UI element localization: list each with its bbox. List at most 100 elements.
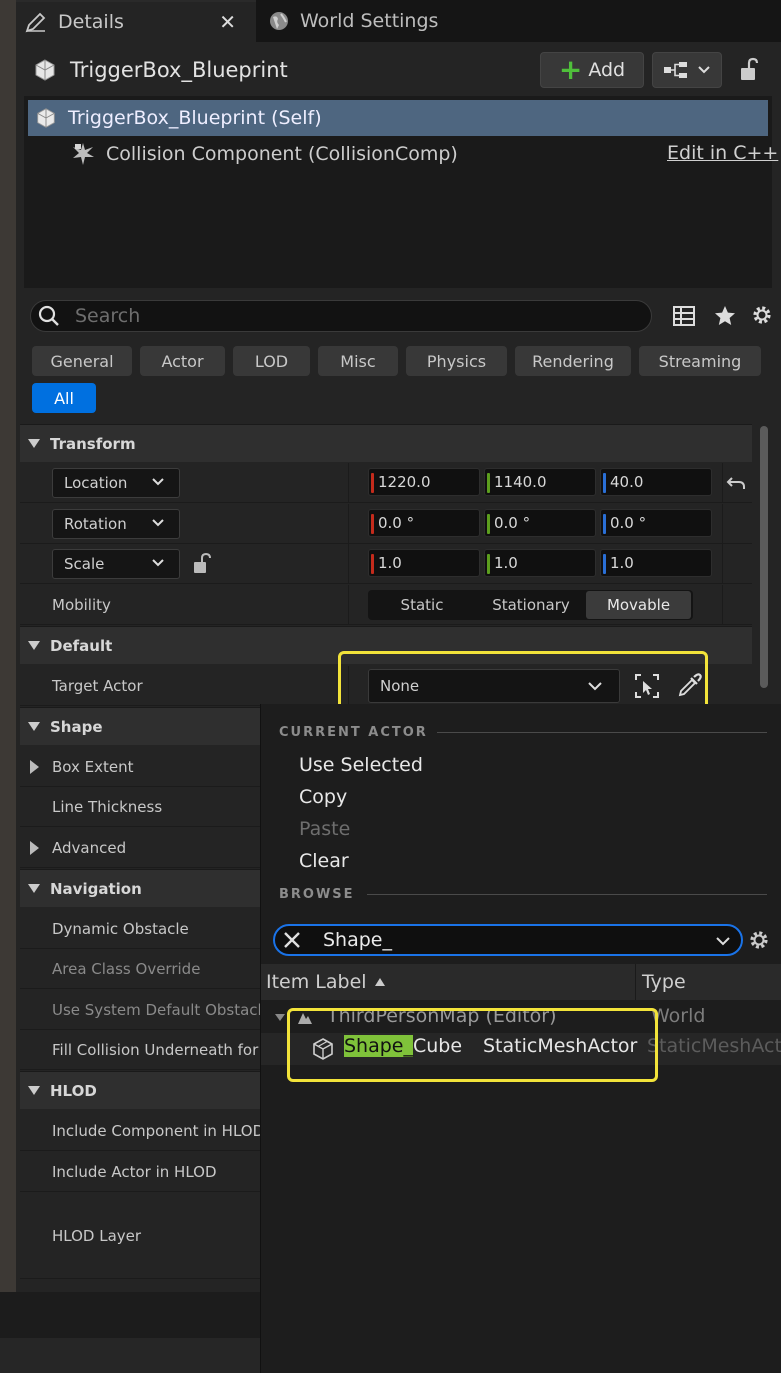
plus-icon: + [558,53,583,86]
browse-filter-input[interactable]: Shape_ [323,929,392,951]
chevron-down-icon [152,559,164,567]
menu-copy[interactable]: Copy [299,786,347,808]
scrollbar[interactable] [760,426,768,688]
expand-arrow-icon[interactable] [30,841,40,855]
edit-in-cpp-link[interactable]: Edit in C++ [667,142,778,164]
tree-item-collision-label: Collision Component (CollisionComp) [106,143,458,165]
section-transform[interactable]: Transform [20,424,752,462]
tab-world-settings[interactable]: World Settings [262,0,462,42]
star-icon[interactable] [713,304,737,332]
location-x-field[interactable]: 1220.0 [368,468,480,496]
sort-ascending-icon [374,978,385,986]
current-actor-header: CURRENT ACTOR [279,725,428,740]
chevron-down-icon [152,519,164,527]
actor-icon [34,106,58,130]
collapse-arrow-icon [28,640,40,651]
gear-icon[interactable] [747,928,771,952]
collapse-arrow-icon [28,721,40,732]
scale-label: Scale [64,555,105,573]
filter-misc[interactable]: Misc [318,346,398,376]
location-label: Location [64,474,128,492]
line-thickness-label: Line Thickness [52,798,163,816]
chevron-down-icon [697,65,711,75]
viewport-edge [0,0,16,1292]
unlock-icon[interactable] [192,552,214,576]
column-item-label-text: Item Label [266,971,367,993]
blueprint-button[interactable] [652,52,722,88]
world-row-type: World [651,1005,706,1027]
search-input[interactable]: Search [75,305,140,327]
scale-x-field[interactable]: 1.0 [368,549,480,577]
mobility-static[interactable]: Static [368,596,476,614]
browse-filter-box[interactable]: Shape_ [273,924,743,956]
menu-clear[interactable]: Clear [299,850,349,872]
gear-icon[interactable] [750,303,774,331]
browse-header: BROWSE [279,887,355,902]
section-hlod-title: HLOD [50,1081,97,1100]
scale-dropdown[interactable]: Scale [52,549,180,579]
filter-physics[interactable]: Physics [406,346,507,376]
rotation-label: Rotation [64,515,127,533]
close-icon[interactable]: ✕ [219,10,236,34]
scale-z-field[interactable]: 1.0 [600,549,712,577]
section-default-title: Default [50,636,113,655]
highlight-search-result [287,1008,658,1082]
filter-actor[interactable]: Actor [140,346,225,376]
filter-streaming[interactable]: Streaming [639,346,761,376]
collapse-arrow-icon [275,1014,285,1022]
tab-details-label: Details [58,11,124,33]
actor-title: TriggerBox_Blueprint [32,54,288,86]
use-system-default-label: Use System Default Obstacle [52,1001,271,1019]
mobility-movable[interactable]: Movable [586,591,691,619]
scale-y-field[interactable]: 1.0 [484,549,596,577]
clear-filter-icon[interactable] [283,931,301,949]
section-shape-title: Shape [50,717,103,736]
filter-all[interactable]: All [32,383,96,413]
target-actor-label: Target Actor [52,677,143,695]
include-component-label: Include Component in HLOD [52,1122,265,1140]
add-button-label: Add [588,59,626,81]
location-dropdown[interactable]: Location [52,468,180,498]
filter-general[interactable]: General [32,346,132,376]
rotation-z-field[interactable]: 0.0 ° [600,509,712,537]
lock-icon[interactable] [738,56,764,84]
rotation-dropdown[interactable]: Rotation [52,509,180,539]
column-item-label[interactable]: Item Label [266,971,385,993]
filter-lod[interactable]: LOD [233,346,310,376]
reset-arrow-icon[interactable] [726,473,746,493]
box-extent-label: Box Extent [52,758,134,776]
tab-details[interactable]: Details ✕ [16,0,256,42]
location-z-field[interactable]: 40.0 [600,468,712,496]
mobility-stationary[interactable]: Stationary [476,596,586,614]
rotation-y-field[interactable]: 0.0 ° [484,509,596,537]
column-type[interactable]: Type [642,971,686,993]
search-box[interactable]: Search [30,300,652,332]
expand-arrow-icon[interactable] [30,760,40,774]
tree-item-self-label: TriggerBox_Blueprint (Self) [68,107,322,129]
tree-item-self[interactable]: TriggerBox_Blueprint (Self) [28,100,768,136]
section-transform-title: Transform [50,434,136,453]
details-pencil-icon [24,10,48,34]
actor-title-text: TriggerBox_Blueprint [70,58,288,82]
mobility-segmented: Static Stationary Movable [368,590,693,620]
area-class-override-label: Area Class Override [52,960,201,978]
hierarchy-icon [663,60,689,80]
filter-rendering[interactable]: Rendering [515,346,631,376]
rotation-x-field[interactable]: 0.0 ° [368,509,480,537]
collapse-arrow-icon [28,438,40,449]
collapse-arrow-icon [28,1085,40,1096]
section-navigation-title: Navigation [50,879,142,898]
mobility-row: Mobility Static Stationary Movable [20,585,752,625]
tree-item-collision-component[interactable]: Collision Component (CollisionComp) [70,138,458,170]
chevron-down-icon [716,937,730,946]
advanced-label: Advanced [52,839,127,857]
grid-view-icon[interactable] [672,304,696,332]
menu-use-selected[interactable]: Use Selected [299,754,423,776]
dynamic-obstacle-label: Dynamic Obstacle [52,920,189,938]
chevron-down-icon [152,478,164,486]
location-y-field[interactable]: 1140.0 [484,468,596,496]
add-button[interactable]: + Add [540,52,644,88]
collision-component-icon [70,141,96,167]
location-row: Location 1220.0 1140.0 40.0 [20,463,752,503]
collapse-arrow-icon [28,883,40,894]
